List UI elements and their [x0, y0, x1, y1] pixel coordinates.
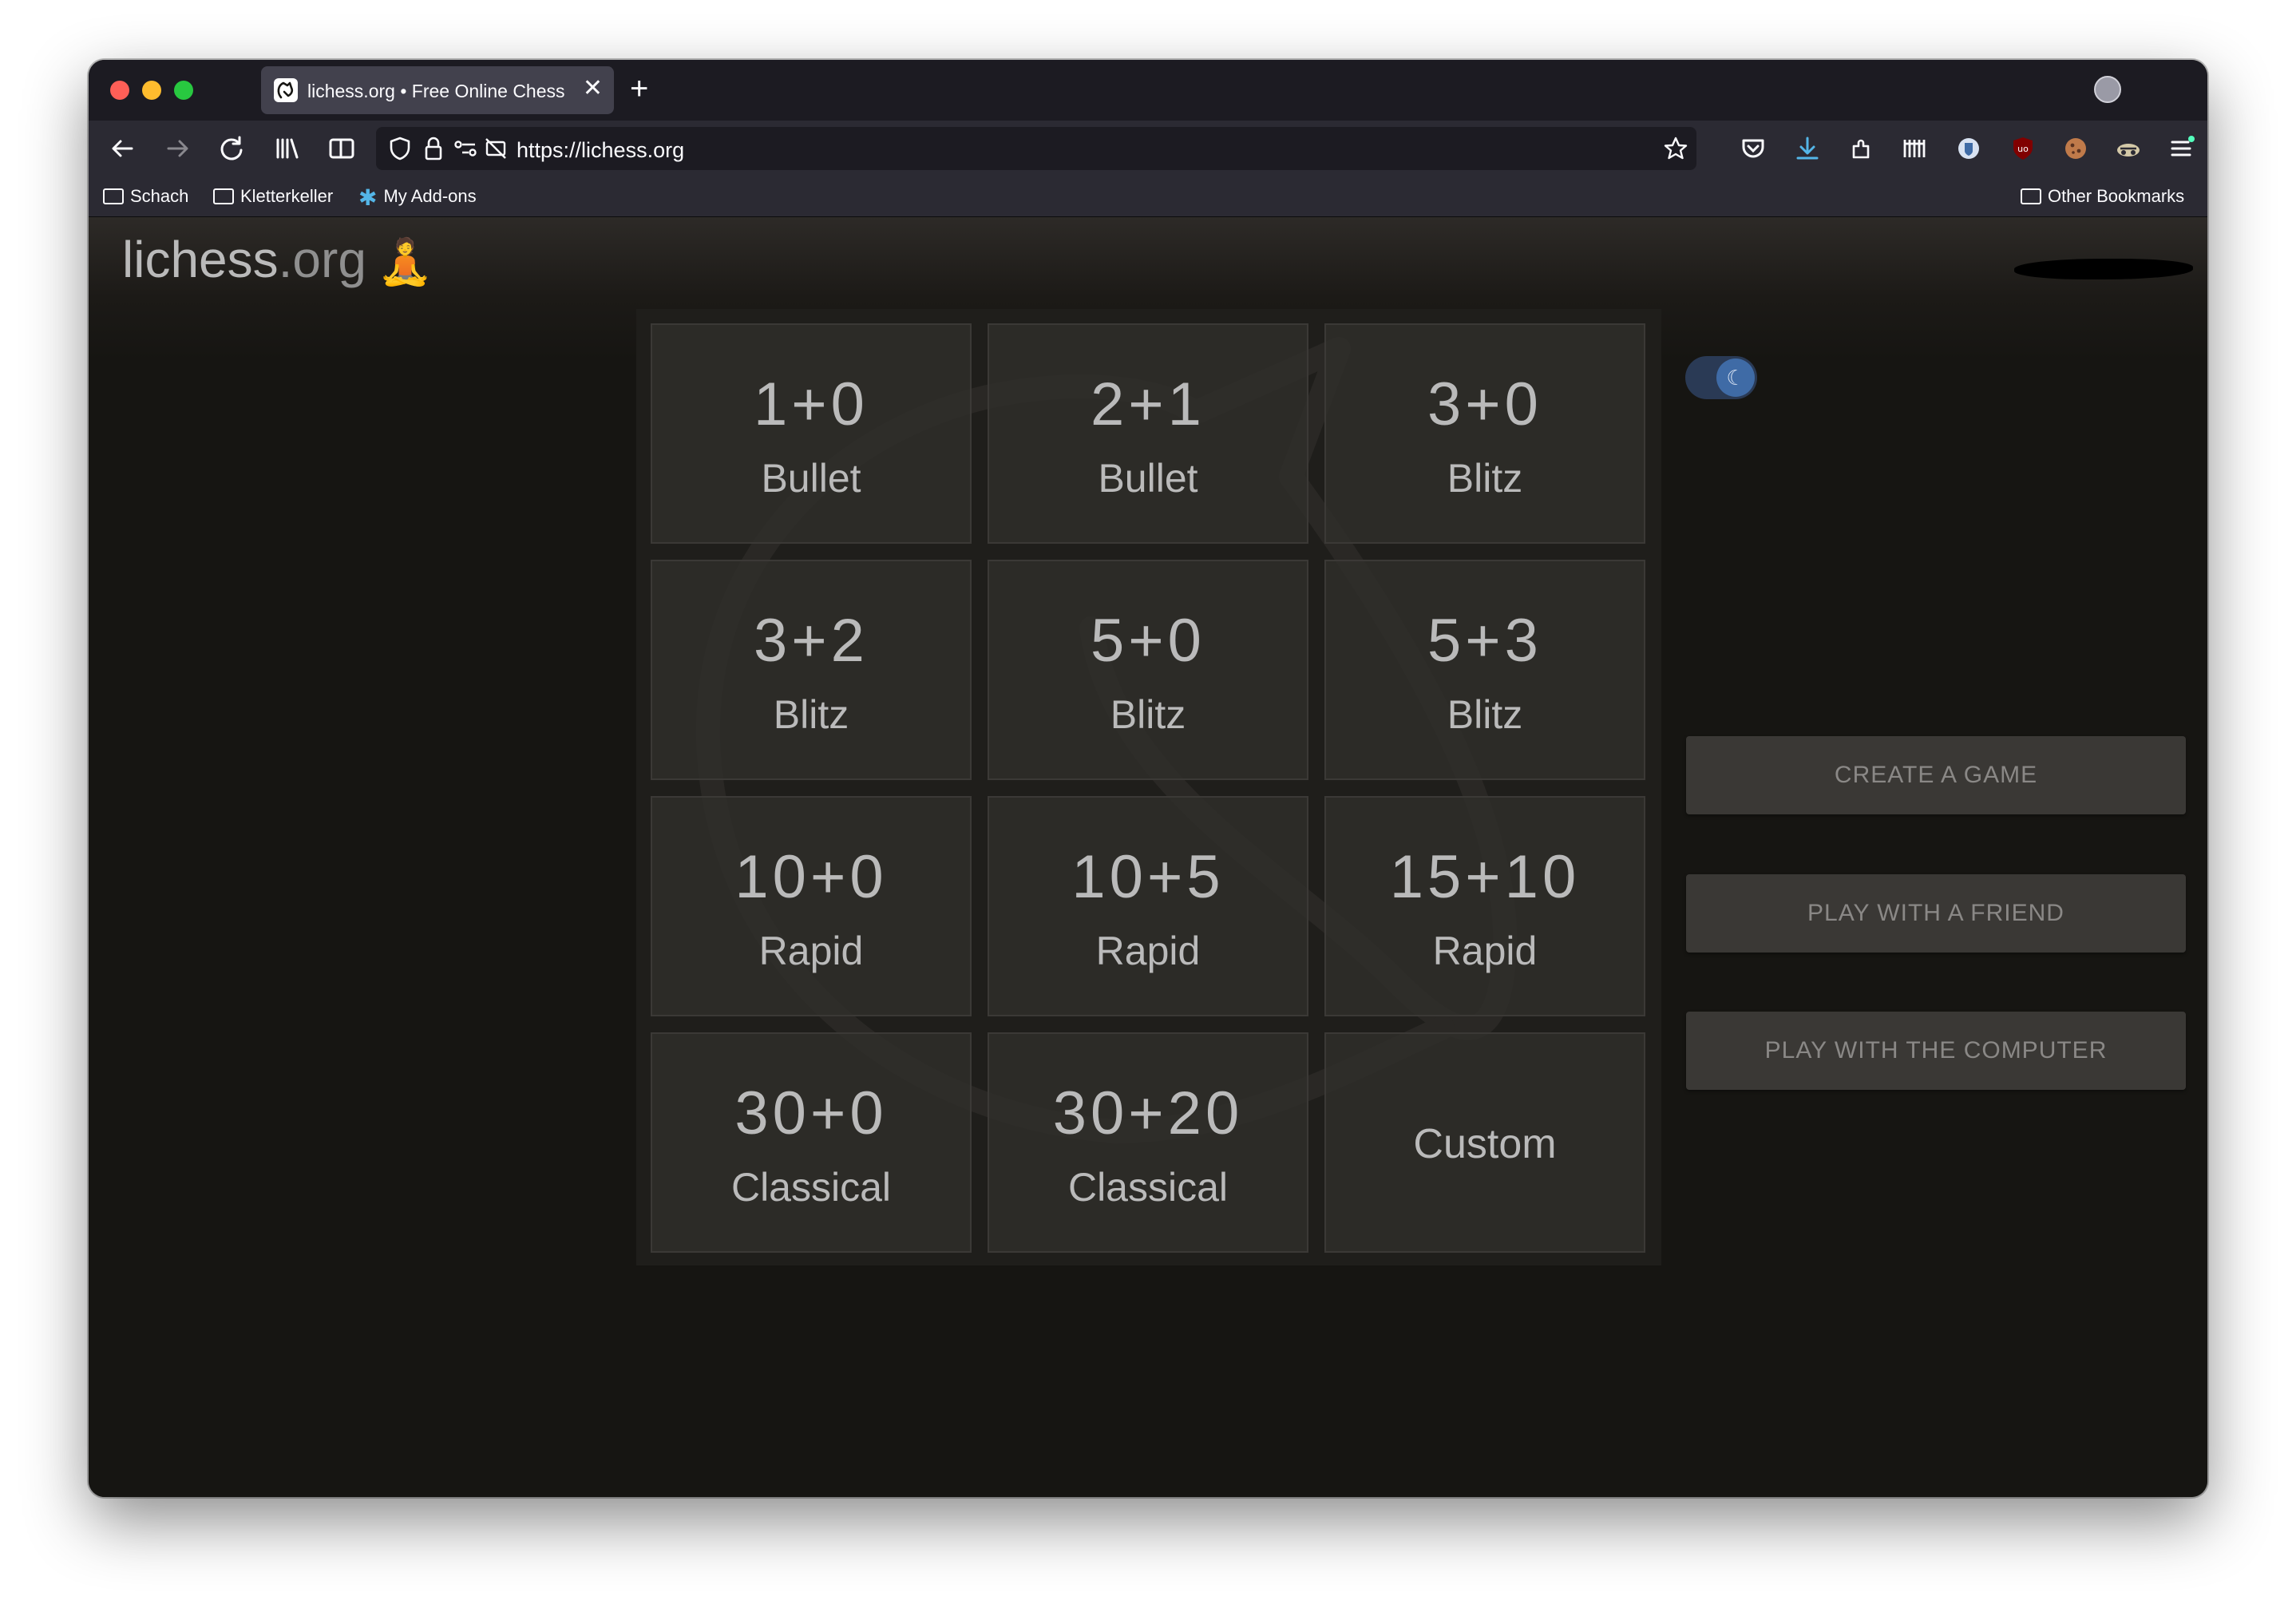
bookmark-folder-schach[interactable]: Schach — [103, 184, 188, 208]
bookmarks-bar: Schach Kletterkeller ✱ My Add-ons Other B… — [89, 176, 2207, 217]
bookmark-star-icon[interactable] — [1661, 134, 1690, 163]
pool-perf: Rapid — [1432, 929, 1538, 973]
pool-clock: 1+0 — [754, 370, 869, 438]
bookmark-label: My Add-ons — [383, 186, 477, 206]
incognito-extension-icon[interactable] — [2110, 130, 2147, 167]
forward-button[interactable] — [159, 130, 196, 167]
dark-mode-toggle[interactable]: ☾ — [1685, 356, 1757, 399]
sidebar-icon — [329, 138, 354, 159]
pool-clock: 10+0 — [734, 843, 888, 911]
reload-icon — [220, 136, 243, 160]
navigation-toolbar: https://lichess.org uo — [89, 121, 2207, 176]
bookmark-folder-kletterkeller[interactable]: Kletterkeller — [213, 184, 333, 208]
pocket-icon[interactable] — [1735, 130, 1771, 167]
lichess-favicon-icon — [274, 78, 298, 102]
sidebar-button[interactable] — [323, 130, 360, 167]
tracking-shield-icon[interactable] — [386, 134, 414, 163]
bookmark-label: Schach — [130, 186, 189, 206]
pool-10+0-rapid[interactable]: 10+0 Rapid — [651, 796, 972, 1016]
pool-perf: Blitz — [1447, 456, 1523, 501]
moon-icon: ☾ — [1716, 358, 1755, 397]
ublock-icon[interactable]: uo — [2005, 130, 2041, 167]
lichess-page: lichess.org 🧘 1+0 Bullet 2+1 Bullet 3+0 B… — [89, 217, 2207, 1497]
pool-2+1-bullet[interactable]: 2+1 Bullet — [988, 323, 1308, 544]
folder-icon — [2021, 188, 2041, 204]
redacted-username[interactable] — [2014, 259, 2193, 279]
pool-perf: Classical — [1067, 1165, 1229, 1210]
play-computer-button[interactable]: PLAY WITH THE COMPUTER — [1686, 1012, 2186, 1090]
maximize-window-button[interactable] — [174, 81, 193, 100]
bookmark-label: Kletterkeller — [240, 186, 334, 206]
app-menu-icon[interactable] — [2163, 130, 2199, 167]
pool-perf: Blitz — [1447, 692, 1523, 737]
url-text: https://lichess.org — [517, 138, 685, 162]
multi-account-icon[interactable] — [1896, 130, 1933, 167]
pool-3+2-blitz[interactable]: 3+2 Blitz — [651, 560, 972, 780]
pool-perf: Bullet — [1098, 456, 1198, 501]
pool-clock: 3+2 — [754, 607, 869, 675]
pool-10+5-rapid[interactable]: 10+5 Rapid — [988, 796, 1308, 1016]
autoplay-blocked-icon[interactable] — [481, 134, 510, 163]
minimize-window-button[interactable] — [142, 81, 161, 100]
browser-window: lichess.org • Free Online Chess ✕ + http… — [89, 60, 2207, 1497]
folder-icon — [213, 188, 234, 204]
pool-clock: 5+0 — [1091, 607, 1205, 675]
logo-main-text: lichess — [122, 231, 279, 288]
meditation-icon: 🧘 — [377, 236, 433, 287]
pool-clock: 15+10 — [1389, 843, 1581, 911]
reload-button[interactable] — [213, 130, 250, 167]
profile-avatar[interactable] — [2094, 76, 2121, 103]
pool-5+3-blitz[interactable]: 5+3 Blitz — [1324, 560, 1645, 780]
address-bar[interactable]: https://lichess.org — [376, 127, 1696, 170]
pool-perf: Rapid — [1095, 929, 1201, 973]
back-arrow-icon — [112, 140, 133, 157]
library-button[interactable] — [269, 130, 306, 167]
bookmark-my-addons[interactable]: ✱ My Add-ons — [358, 184, 477, 210]
bookmark-label: Other Bookmarks — [2048, 186, 2185, 206]
folder-icon — [103, 188, 124, 204]
pool-1+0-bullet[interactable]: 1+0 Bullet — [651, 323, 972, 544]
svg-text:uo: uo — [2017, 144, 2029, 154]
pool-custom-label: Custom — [1413, 1121, 1557, 1167]
pool-perf: Rapid — [758, 929, 864, 973]
pool-clock: 2+1 — [1091, 370, 1205, 438]
back-button[interactable] — [105, 130, 141, 167]
lock-icon[interactable] — [419, 134, 448, 163]
close-window-button[interactable] — [110, 81, 129, 100]
new-tab-button[interactable]: + — [630, 71, 648, 106]
tab-close-icon[interactable]: ✕ — [583, 76, 603, 101]
logo-tld-text: .org — [278, 231, 366, 288]
tab-title: lichess.org • Free Online Chess — [307, 81, 565, 101]
play-friend-button[interactable]: PLAY WITH A FRIEND — [1686, 874, 2186, 953]
quick-pairing-grid: 1+0 Bullet 2+1 Bullet 3+0 Blitz 3+2 Blit… — [636, 309, 1661, 1265]
library-icon — [276, 138, 299, 159]
pool-clock: 3+0 — [1427, 370, 1542, 438]
extensions-icon[interactable] — [1843, 130, 1880, 167]
bookmark-folder-other[interactable]: Other Bookmarks — [2021, 184, 2184, 208]
pool-perf: Bullet — [761, 456, 861, 501]
tab-strip: lichess.org • Free Online Chess ✕ + — [89, 60, 2207, 121]
pool-5+0-blitz[interactable]: 5+0 Blitz — [988, 560, 1308, 780]
cookie-extension-icon[interactable] — [2057, 130, 2094, 167]
bitwarden-extension-icon[interactable] — [1950, 130, 1987, 167]
downloads-icon[interactable] — [1789, 130, 1826, 167]
create-game-button[interactable]: CREATE A GAME — [1686, 736, 2186, 814]
pool-clock: 30+20 — [1052, 1079, 1244, 1147]
pool-15+10-rapid[interactable]: 15+10 Rapid — [1324, 796, 1645, 1016]
browser-tab-lichess[interactable]: lichess.org • Free Online Chess ✕ — [261, 66, 614, 114]
pool-clock: 5+3 — [1427, 607, 1542, 675]
pool-perf: Blitz — [1110, 692, 1186, 737]
pool-perf: Blitz — [773, 692, 849, 737]
puzzle-icon: ✱ — [358, 185, 378, 210]
site-logo[interactable]: lichess.org 🧘 — [122, 230, 433, 289]
pool-3+0-blitz[interactable]: 3+0 Blitz — [1324, 323, 1645, 544]
permissions-icon[interactable] — [451, 134, 480, 163]
pool-clock: 30+0 — [734, 1079, 888, 1147]
pool-perf: Classical — [730, 1165, 892, 1210]
pool-30+0-classical[interactable]: 30+0 Classical — [651, 1032, 972, 1253]
pool-custom[interactable]: Custom — [1324, 1032, 1645, 1253]
forward-arrow-icon — [167, 140, 188, 157]
pool-30+20-classical[interactable]: 30+20 Classical — [988, 1032, 1308, 1253]
pool-clock: 10+5 — [1071, 843, 1225, 911]
